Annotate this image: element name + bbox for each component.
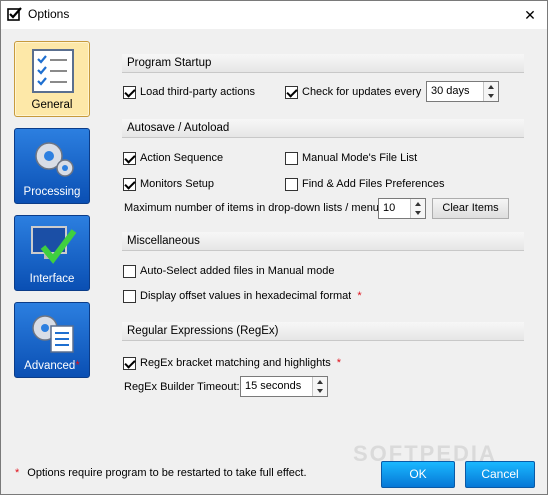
max-items-value: 10	[383, 202, 396, 214]
spin-down-icon[interactable]	[415, 211, 421, 215]
section-autosave: Autosave / Autoload	[122, 119, 524, 138]
ok-button[interactable]: OK	[381, 461, 455, 488]
restart-required-star: *	[357, 290, 362, 302]
section-program-startup: Program Startup	[122, 54, 524, 73]
options-window: Options ✕ General Processing Interface A…	[0, 0, 548, 495]
max-items-spinner[interactable]: 10	[378, 198, 426, 219]
nav-general-label: General	[31, 99, 73, 111]
restart-required-star: *	[75, 360, 80, 372]
gear-list-icon	[32, 315, 74, 353]
spin-up-icon[interactable]	[317, 380, 323, 384]
monitors-setup-checkbox[interactable]: Monitors Setup	[123, 176, 214, 192]
regex-bracket-matching-checkbox[interactable]: RegEx bracket matching and highlights *	[123, 355, 341, 371]
checkbox-unchecked-icon	[285, 177, 298, 191]
nav-interface-label: Interface	[29, 273, 75, 285]
restart-required-star: *	[336, 357, 342, 369]
find-add-prefs-checkbox[interactable]: Find & Add Files Preferences	[285, 176, 444, 192]
spin-down-icon[interactable]	[317, 389, 323, 393]
title-bar: Options ✕	[1, 1, 547, 29]
checkbox-unchecked-icon	[123, 264, 136, 278]
close-button[interactable]: ✕	[513, 1, 547, 29]
update-interval-value: 30 days	[431, 85, 470, 97]
restart-required-star: *	[15, 467, 20, 479]
cancel-button[interactable]: Cancel	[465, 461, 535, 488]
checkbox-checked-icon	[123, 177, 136, 191]
checkbox-unchecked-icon	[285, 151, 298, 165]
checkbox-checked-icon	[123, 356, 136, 370]
checkbox-app-icon	[7, 7, 22, 21]
clear-items-button[interactable]: Clear Items	[432, 198, 509, 219]
nav-interface-button[interactable]: Interface	[14, 215, 90, 291]
load-third-party-checkbox[interactable]: Load third-party actions	[123, 84, 255, 100]
close-icon: ✕	[524, 6, 536, 23]
check-updates-checkbox[interactable]: Check for updates every	[285, 84, 421, 100]
window-title: Options	[28, 7, 70, 21]
manual-file-list-checkbox[interactable]: Manual Mode's File List	[285, 150, 417, 166]
gears-icon	[35, 142, 74, 177]
spin-up-icon[interactable]	[415, 202, 421, 206]
max-items-label: Maximum number of items in drop-down lis…	[124, 202, 388, 214]
spin-down-icon[interactable]	[488, 94, 494, 98]
nav-processing-label: Processing	[23, 186, 81, 198]
nav-general-button[interactable]: General	[14, 41, 90, 117]
nav-processing-button[interactable]: Processing	[14, 128, 90, 204]
checkbox-checked-icon	[123, 85, 136, 99]
auto-select-checkbox[interactable]: Auto-Select added files in Manual mode	[123, 263, 334, 279]
section-regex: Regular Expressions (RegEx)	[122, 322, 524, 341]
monitor-check-icon	[31, 226, 77, 264]
regex-timeout-label: RegEx Builder Timeout:	[124, 381, 240, 393]
nav-advanced-button[interactable]: Advanced*	[14, 302, 90, 378]
checkbox-unchecked-icon	[123, 289, 136, 303]
checkbox-checked-icon	[285, 85, 298, 99]
checklist-icon	[32, 49, 74, 93]
regex-timeout-spinner[interactable]: 15 seconds	[240, 376, 328, 397]
action-sequence-checkbox[interactable]: Action Sequence	[123, 150, 223, 166]
checkbox-checked-icon	[123, 151, 136, 165]
hex-offsets-checkbox[interactable]: Display offset values in hexadecimal for…	[123, 288, 362, 304]
restart-note: * Options require program to be restarted…	[15, 467, 307, 479]
update-interval-spinner[interactable]: 30 days	[426, 81, 499, 102]
section-miscellaneous: Miscellaneous	[122, 232, 524, 251]
regex-timeout-value: 15 seconds	[245, 380, 302, 392]
nav-advanced-label: Advanced*	[24, 360, 80, 372]
spin-up-icon[interactable]	[488, 85, 494, 89]
